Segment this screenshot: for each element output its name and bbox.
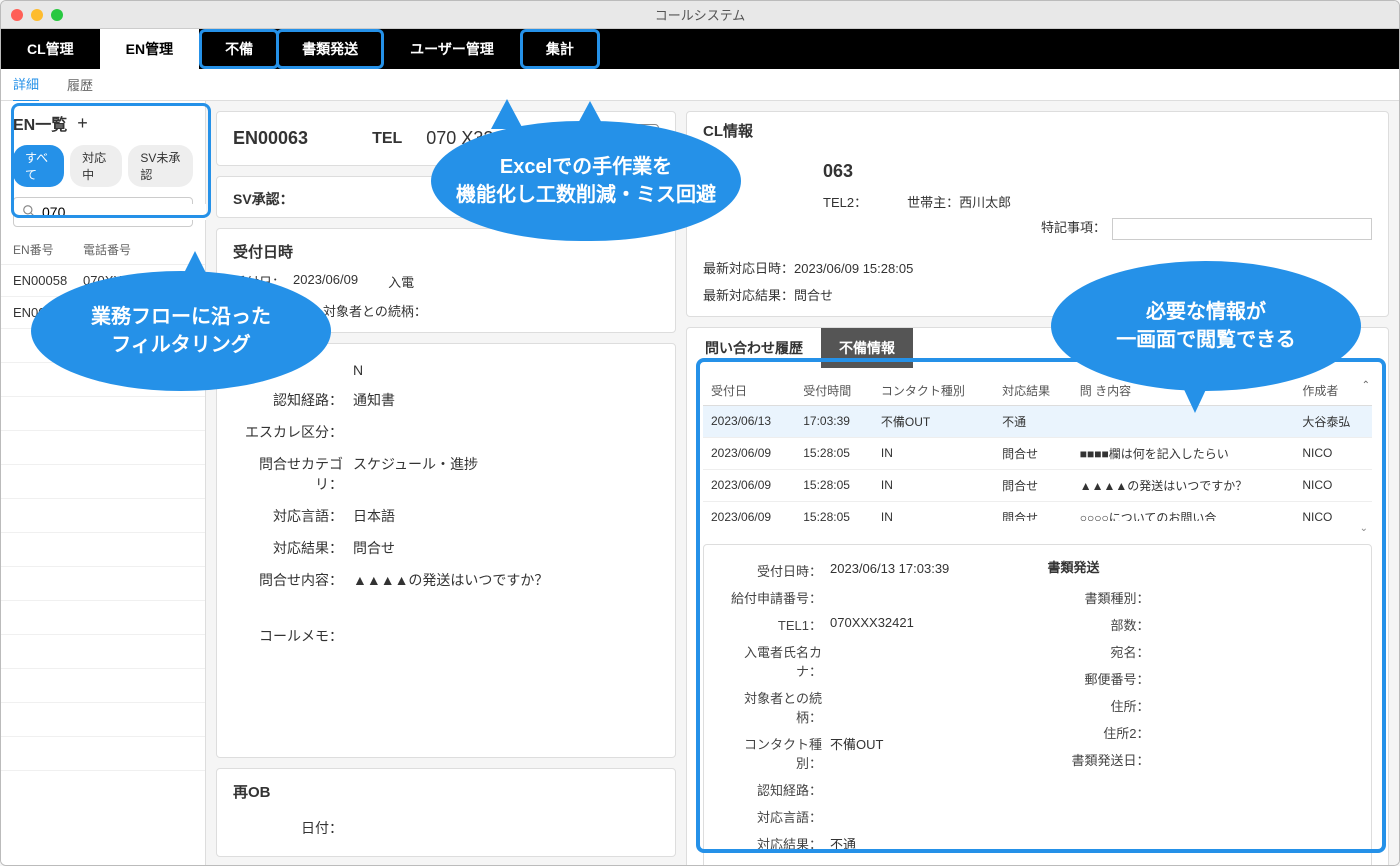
tab-shukei[interactable]: 集計 xyxy=(520,29,600,69)
callout-bubble: Excelでの手作業を 機能化し工数削減・ミス回避 xyxy=(431,121,741,241)
col-en: EN番号 xyxy=(13,241,83,258)
col-tel: 電話番号 xyxy=(83,241,193,258)
reob-title: 再OB xyxy=(233,781,659,802)
subtab-detail[interactable]: 詳細 xyxy=(13,67,39,102)
tab-inquiry-history[interactable]: 問い合わせ履歴 xyxy=(687,328,821,368)
list-item[interactable] xyxy=(1,533,205,567)
table-row[interactable]: 2023/06/0915:28:05IN問合せ○○○○についてのお問い合NICO xyxy=(703,501,1372,521)
reception-title: 受付日時 xyxy=(233,241,659,262)
search-box[interactable]: ✕ xyxy=(13,197,193,227)
tab-user[interactable]: ユーザー管理 xyxy=(384,29,520,69)
list-item[interactable] xyxy=(1,431,205,465)
filter-sv-unapproved[interactable]: SV未承認 xyxy=(128,145,193,187)
list-item[interactable] xyxy=(1,567,205,601)
top-nav: CL管理 EN管理 不備 書類発送 ユーザー管理 集計 xyxy=(1,29,1399,69)
sub-nav: 詳細 履歴 xyxy=(1,69,1399,101)
close-icon[interactable] xyxy=(11,9,23,21)
list-header: EN番号 電話番号 xyxy=(1,235,205,265)
tab-fubi[interactable]: 不備 xyxy=(199,29,279,69)
history-table: 受付日 受付時間 コンタクト種別 対応結果 問 き内容 作成者 2023/06/… xyxy=(703,376,1372,521)
chevron-down-icon[interactable]: ⌄ xyxy=(703,521,1372,536)
sidebar: EN一覧 + すべて 対応中 SV未承認 ✕ EN番号 電 xyxy=(1,101,206,866)
history-detail-panel: 受付日時：2023/06/13 17:03:39 給付申請番号： TEL1：07… xyxy=(703,544,1372,866)
minimize-icon[interactable] xyxy=(31,9,43,21)
reob-panel: 再OB 日付： xyxy=(216,768,676,857)
subtab-history[interactable]: 履歴 xyxy=(67,68,93,101)
tab-cl[interactable]: CL管理 xyxy=(1,29,100,69)
list-item[interactable] xyxy=(1,601,205,635)
callout-bubble: 業務フローに沿った フィルタリング xyxy=(31,271,331,391)
en-id: EN00063 xyxy=(233,128,308,149)
sidebar-title: EN一覧 xyxy=(13,111,67,135)
maximize-icon[interactable] xyxy=(51,9,63,21)
titlebar: コールシステム xyxy=(1,1,1399,29)
table-row[interactable]: 2023/06/0915:28:05IN問合せ■■■■欄は何を記入したらいNIC… xyxy=(703,437,1372,469)
cl-info-title: CL情報 xyxy=(687,112,1388,149)
tab-fubi-info[interactable]: 不備情報 xyxy=(821,328,913,368)
window-title: コールシステム xyxy=(655,5,746,24)
tab-en[interactable]: EN管理 xyxy=(100,29,199,69)
tab-shorui[interactable]: 書類発送 xyxy=(276,29,384,69)
list-item[interactable] xyxy=(1,499,205,533)
tel-label: TEL xyxy=(372,130,402,148)
add-icon[interactable]: + xyxy=(77,113,88,134)
filter-in-progress[interactable]: 対応中 xyxy=(70,145,122,187)
list-item[interactable] xyxy=(1,669,205,703)
list-item[interactable] xyxy=(1,397,205,431)
list-item[interactable] xyxy=(1,635,205,669)
callout-bubble: 必要な情報が 一画面で閲覧できる xyxy=(1051,261,1361,391)
list-item[interactable] xyxy=(1,737,205,771)
history-panel: 問い合わせ履歴 不備情報 ⌃ 受付日 受付時間 コンタクト種別 対応結果 問 き… xyxy=(686,327,1389,866)
en-fields-panel: N 認知経路：通知書 エスカレ区分： 問合せカテゴリ：スケジュール・進捗 対応言… xyxy=(216,343,676,758)
window-controls xyxy=(11,9,63,21)
list-item[interactable] xyxy=(1,703,205,737)
chevron-up-icon[interactable]: ⌃ xyxy=(1362,380,1370,391)
filter-all[interactable]: すべて xyxy=(13,145,64,187)
table-row[interactable]: 2023/06/1317:03:39不備OUT不通大谷泰弘 xyxy=(703,405,1372,437)
search-icon xyxy=(22,204,36,221)
shorui-title: 書類発送 xyxy=(1048,557,1356,576)
search-input[interactable] xyxy=(42,204,223,220)
list-item[interactable] xyxy=(1,465,205,499)
table-row[interactable]: 2023/06/0915:28:05IN問合せ▲▲▲▲の発送はいつですか？NIC… xyxy=(703,469,1372,501)
